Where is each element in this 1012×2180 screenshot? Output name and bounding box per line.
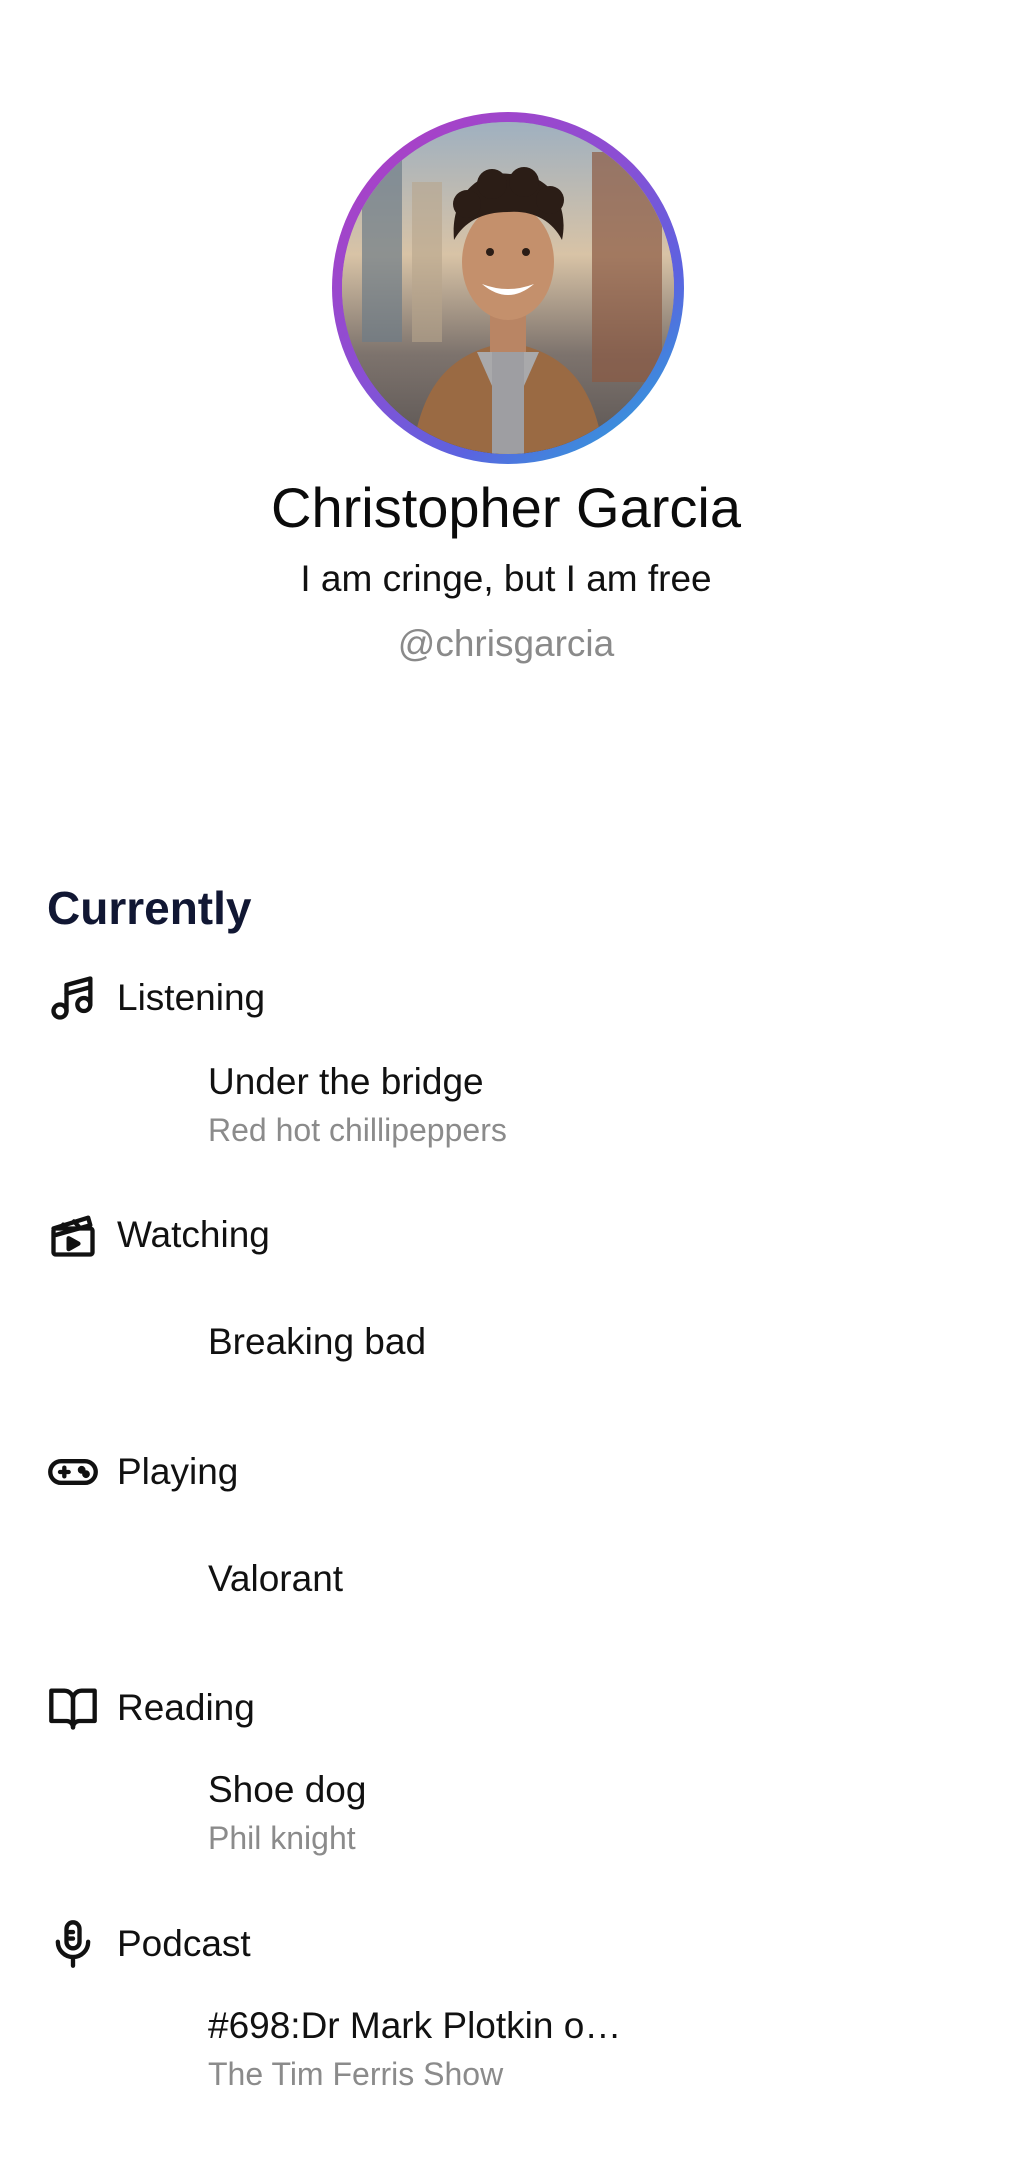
category-podcast: Podcast [47, 1914, 251, 1974]
profile-handle[interactable]: @chrisgarcia [0, 620, 1012, 668]
list-item-listening[interactable]: Under the bridge Red hot chillipeppers [208, 1058, 968, 1152]
category-listening: Listening [47, 968, 265, 1028]
list-item-reading[interactable]: Shoe dog Phil knight [208, 1766, 968, 1860]
music-note-icon [47, 972, 99, 1024]
category-label: Podcast [117, 1923, 251, 1964]
profile-name: Christopher Garcia [271, 476, 741, 539]
category-label: Watching [117, 1214, 270, 1255]
item-title: Under the bridge [208, 1061, 484, 1102]
item-title: #698:Dr Mark Plotkin o… [208, 2005, 622, 2046]
item-subtitle: Red hot chillipeppers [208, 1112, 507, 1148]
list-item-playing[interactable]: Valorant [208, 1555, 968, 1603]
item-title: Valorant [208, 1558, 344, 1599]
item-subtitle: The Tim Ferris Show [208, 2056, 504, 2092]
section-title-currently: Currently [47, 882, 252, 934]
category-label: Reading [117, 1687, 255, 1728]
microphone-icon [47, 1918, 99, 1970]
book-icon [47, 1682, 99, 1734]
category-label: Listening [117, 977, 266, 1018]
category-playing: Playing [47, 1442, 238, 1502]
item-title: Breaking bad [208, 1321, 427, 1362]
category-watching: Watching [47, 1205, 270, 1265]
item-title: Shoe dog [208, 1769, 367, 1810]
list-item-watching[interactable]: Breaking bad [208, 1318, 968, 1366]
category-label: Playing [117, 1451, 239, 1492]
profile-bio: I am cringe, but I am free [300, 558, 712, 599]
avatar-photo [342, 122, 674, 454]
avatar-ring [332, 112, 684, 464]
gamepad-icon [47, 1446, 99, 1498]
list-item-podcast[interactable]: #698:Dr Mark Plotkin o… The Tim Ferris S… [208, 2002, 968, 2096]
category-reading: Reading [47, 1678, 255, 1738]
item-subtitle: Phil knight [208, 1820, 356, 1856]
clapperboard-icon [47, 1209, 99, 1261]
avatar[interactable] [342, 122, 674, 454]
